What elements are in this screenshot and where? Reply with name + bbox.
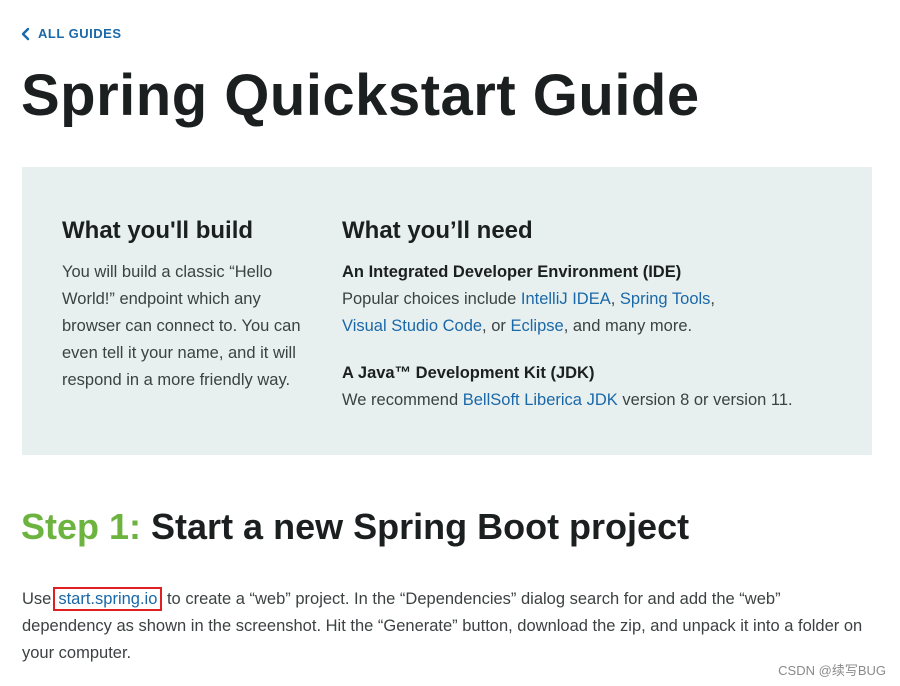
ide-block: An Integrated Developer Environment (IDE… (342, 259, 862, 340)
what-you-need-title: What you’ll need (342, 217, 533, 244)
all-guides-label: ALL GUIDES (38, 26, 122, 41)
ide-sep: , (610, 290, 620, 308)
highlight-box: start.spring.io (53, 587, 163, 611)
step1-heading: Step 1: Start a new Spring Boot project (21, 506, 689, 548)
step1-label: Step 1: (21, 506, 142, 547)
ide-suffix: , and many more. (563, 317, 693, 335)
guide-page: ALL GUIDES Spring Quickstart Guide What … (0, 0, 900, 686)
vscode-link[interactable]: Visual Studio Code (342, 317, 482, 335)
what-you-need-section: What you’ll need An Integrated Developer… (342, 217, 862, 414)
chevron-left-icon (21, 27, 30, 40)
step1-title: Start a new Spring Boot project (141, 506, 690, 547)
ide-sep: , (710, 290, 716, 308)
jdk-prefix: We recommend (342, 391, 463, 409)
jdk-text: We recommend BellSoft Liberica JDK versi… (342, 387, 862, 414)
jdk-suffix: version 8 or version 11. (617, 391, 793, 409)
liberica-jdk-link[interactable]: BellSoft Liberica JDK (463, 391, 618, 409)
jdk-heading: A Java™ Development Kit (JDK) (342, 364, 595, 382)
spring-tools-link[interactable]: Spring Tools (620, 290, 711, 308)
eclipse-link[interactable]: Eclipse (510, 317, 563, 335)
ide-heading: An Integrated Developer Environment (IDE… (342, 263, 682, 281)
start-spring-io-link[interactable]: start.spring.io (58, 590, 157, 608)
what-you-build-section: What you'll build You will build a class… (62, 217, 312, 394)
page-title: Spring Quickstart Guide (21, 63, 700, 128)
jdk-block: A Java™ Development Kit (JDK) We recomme… (342, 360, 862, 414)
ide-prefix: Popular choices include (342, 290, 521, 308)
ide-sep: , or (482, 317, 511, 335)
prerequisites-box: What you'll build You will build a class… (22, 167, 872, 455)
intellij-link[interactable]: IntelliJ IDEA (521, 290, 611, 308)
watermark: CSDN @续写BUG (778, 663, 886, 678)
step1-prefix: Use (22, 590, 52, 608)
what-you-build-title: What you'll build (62, 217, 254, 244)
ide-text: Popular choices include IntelliJ IDEA, S… (342, 286, 862, 340)
all-guides-link[interactable]: ALL GUIDES (20, 26, 122, 41)
what-you-build-text: You will build a classic “Hello World!” … (62, 263, 301, 389)
step1-paragraph: Use start.spring.io to create a “web” pro… (22, 586, 872, 667)
